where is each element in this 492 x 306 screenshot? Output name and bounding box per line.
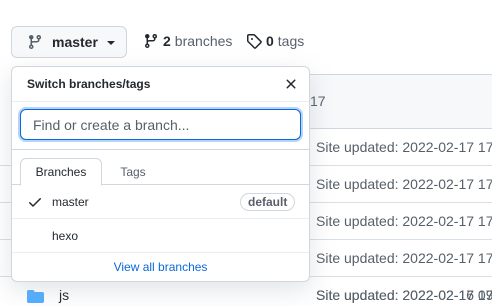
view-all-branches-link[interactable]: View all branches bbox=[12, 260, 309, 274]
commit-message[interactable]: Site updated: 2022-02-17 17 bbox=[316, 176, 492, 192]
commit-message[interactable]: Site updated: 2022-02-17 17 bbox=[316, 139, 492, 155]
branch-filter bbox=[12, 102, 309, 150]
branch-search-input[interactable] bbox=[20, 109, 301, 140]
branch-name: hexo bbox=[52, 229, 79, 243]
branches-count: 2 bbox=[163, 33, 171, 49]
tag-icon bbox=[246, 33, 262, 49]
git-branch-icon bbox=[27, 34, 43, 50]
dropdown-tabs: Branches Tags bbox=[12, 158, 309, 186]
dropdown-header: Switch branches/tags bbox=[12, 67, 309, 102]
tab-tags[interactable]: Tags bbox=[110, 158, 156, 185]
commit-header: 17 bbox=[296, 74, 492, 129]
branch-select-button[interactable]: master bbox=[11, 26, 127, 58]
tags-label: tags bbox=[277, 33, 305, 49]
branch-item-hexo[interactable]: hexo bbox=[12, 219, 309, 253]
branches-link[interactable]: 2 branches bbox=[143, 33, 232, 49]
tags-count: 0 bbox=[266, 33, 274, 49]
default-badge: default bbox=[240, 193, 296, 211]
tab-branches[interactable]: Branches bbox=[20, 158, 102, 186]
commit-header-text: 17 bbox=[310, 93, 326, 109]
branch-name: master bbox=[52, 195, 89, 209]
commit-message[interactable]: Site updated: 2022-02-17 17 bbox=[316, 250, 492, 266]
check-icon bbox=[27, 194, 43, 210]
commit-message[interactable]: Site updated: 2022-02-17 17 bbox=[316, 213, 492, 229]
tags-link[interactable]: 0 tags bbox=[246, 33, 304, 49]
branch-select-label: master bbox=[52, 34, 98, 50]
branches-label: branches bbox=[174, 33, 233, 49]
commit-message[interactable]: Site updated: 2022-02-16 09 bbox=[316, 287, 492, 303]
branch-dropdown: Switch branches/tags Branches Tags maste… bbox=[11, 66, 310, 282]
file-name[interactable]: js bbox=[59, 287, 69, 303]
branch-item-master[interactable]: master default bbox=[12, 185, 309, 219]
git-branch-icon bbox=[143, 33, 159, 49]
dropdown-title: Switch branches/tags bbox=[27, 77, 151, 91]
folder-icon bbox=[27, 290, 44, 303]
close-icon[interactable] bbox=[283, 76, 299, 92]
chevron-down-icon bbox=[106, 41, 115, 45]
